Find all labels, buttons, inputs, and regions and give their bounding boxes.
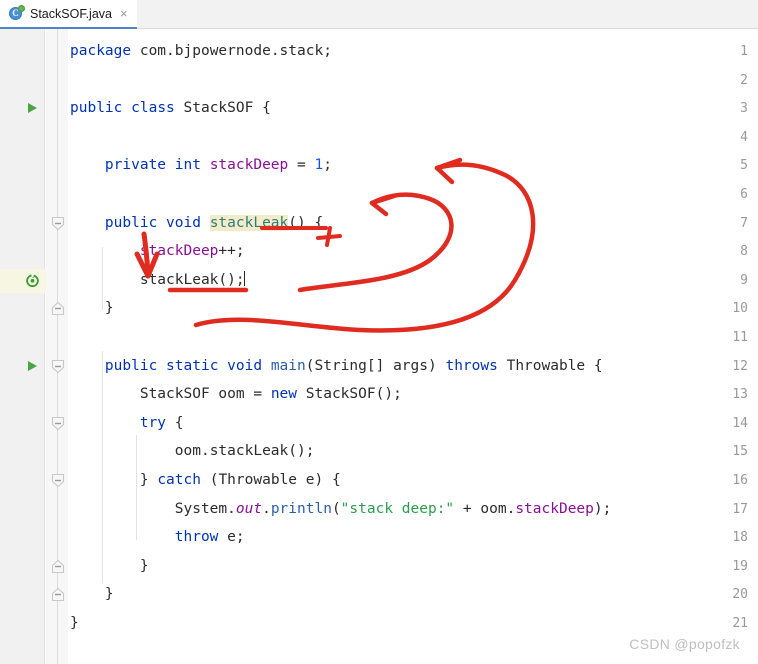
line-number: 18: [732, 530, 748, 546]
code-line[interactable]: }: [70, 298, 114, 319]
line-number-gutter[interactable]: [0, 29, 45, 664]
code-editor[interactable]: package com.bjpowernode.stack; public cla…: [0, 29, 758, 664]
fold-marker[interactable]: [51, 470, 66, 491]
line-number: 4: [740, 129, 748, 145]
close-icon[interactable]: ×: [118, 7, 130, 20]
code-line[interactable]: }: [70, 613, 79, 634]
fold-marker[interactable]: [51, 356, 66, 377]
editor-tab-bar: C StackSOF.java ×: [0, 0, 758, 29]
code-line[interactable]: package com.bjpowernode.stack;: [70, 41, 332, 62]
fold-marker[interactable]: [51, 298, 66, 319]
fold-marker[interactable]: [51, 556, 66, 577]
line-number: 1: [740, 44, 748, 59]
line-number: 19: [732, 558, 748, 574]
code-line[interactable]: stackLeak();: [70, 270, 245, 291]
line-number: 2: [740, 72, 748, 88]
line-number: 9: [740, 272, 748, 288]
code-line[interactable]: } catch (Throwable e) {: [70, 470, 341, 491]
line-number: 16: [732, 473, 748, 488]
code-line[interactable]: try {: [70, 413, 184, 434]
code-line[interactable]: stackDeep++;: [70, 241, 245, 262]
fold-marker[interactable]: [51, 213, 66, 234]
line-number: 7: [740, 215, 748, 231]
tab-stacksof-java[interactable]: C StackSOF.java ×: [0, 0, 137, 29]
line-number: 3: [740, 101, 748, 117]
line-number: 17: [732, 501, 748, 517]
line-number: 15: [732, 444, 748, 460]
line-number: 5: [740, 158, 748, 174]
line-number: 11: [732, 330, 748, 345]
fold-marker[interactable]: [51, 413, 66, 434]
run-gutter-icon[interactable]: [27, 356, 39, 377]
line-number: 13: [732, 387, 748, 403]
code-line[interactable]: throw e;: [70, 527, 245, 548]
code-line[interactable]: }: [70, 584, 114, 605]
recursive-call-gutter-icon[interactable]: [25, 270, 41, 291]
line-number: 8: [740, 244, 748, 260]
code-line[interactable]: System.out.println("stack deep:" + oom.s…: [70, 499, 612, 520]
line-number: 14: [732, 415, 748, 431]
code-content-area[interactable]: package com.bjpowernode.stack; public cla…: [68, 29, 758, 664]
code-line[interactable]: private int stackDeep = 1;: [70, 155, 332, 176]
tab-label: StackSOF.java: [30, 6, 112, 21]
line-number: 10: [732, 301, 748, 317]
watermark: CSDN @popofzk: [629, 636, 740, 652]
code-line[interactable]: public class StackSOF {: [70, 98, 271, 119]
ide-window: C StackSOF.java × package com.bjpowernod…: [0, 0, 758, 664]
java-class-icon: C: [9, 5, 25, 21]
line-number: 12: [732, 358, 748, 374]
code-line[interactable]: oom.stackLeak();: [70, 441, 315, 462]
code-line[interactable]: public static void main(String[] args) t…: [70, 356, 603, 377]
line-number: 20: [732, 587, 748, 603]
code-line[interactable]: public void stackLeak() {: [70, 213, 323, 234]
line-number: 6: [740, 187, 748, 202]
run-gutter-icon[interactable]: [27, 98, 39, 119]
code-line[interactable]: }: [70, 556, 149, 577]
code-line[interactable]: StackSOF oom = new StackSOF();: [70, 384, 402, 405]
fold-marker[interactable]: [51, 584, 66, 605]
line-number: 21: [732, 616, 748, 631]
